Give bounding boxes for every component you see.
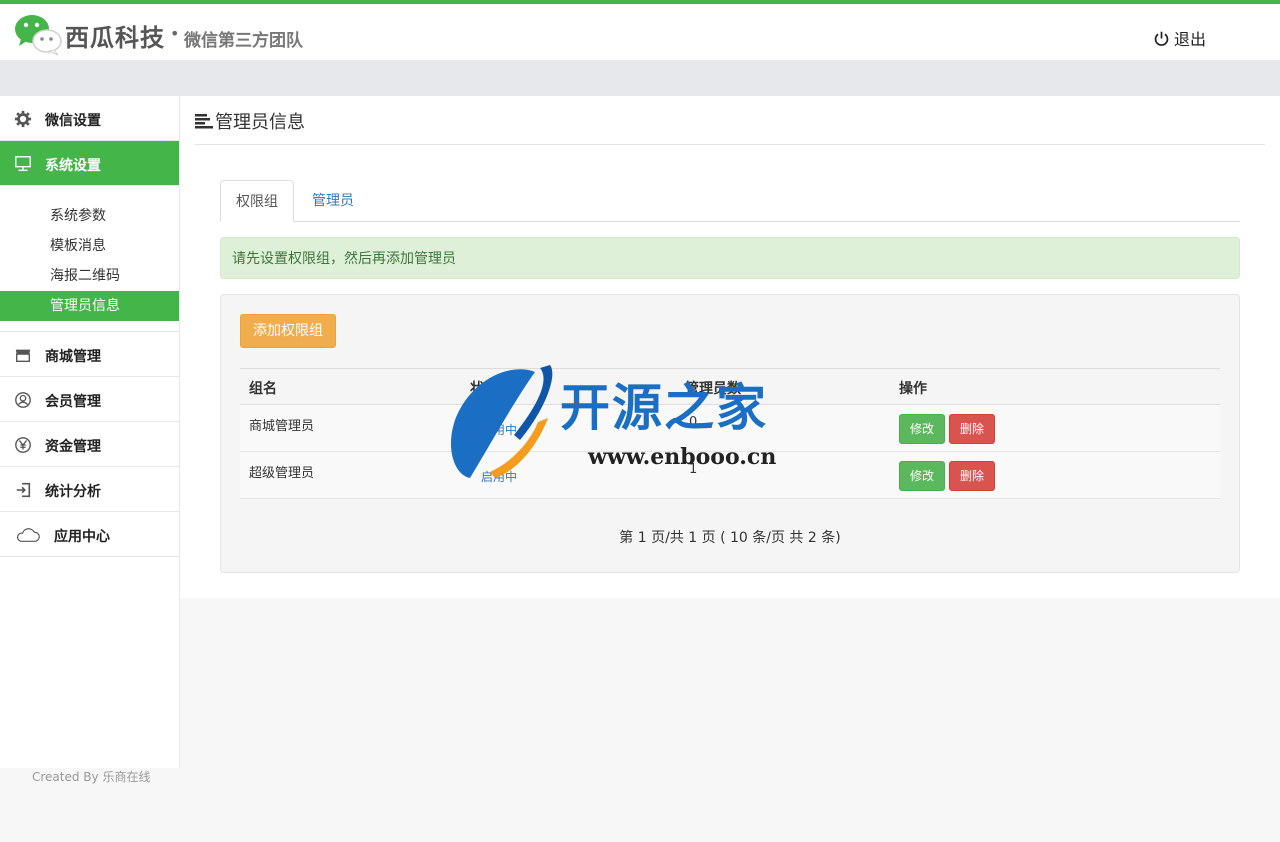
sidebar-item-statistics[interactable]: 统计分析 (0, 467, 179, 512)
created-by-text: Created By 乐商在线 (32, 770, 151, 784)
group-status: 启用中 (481, 470, 518, 484)
column-header-actions: 操作 (899, 381, 927, 397)
gear-icon (14, 110, 32, 128)
sidebar-item-mall[interactable]: 商城管理 (0, 332, 179, 377)
sidebar-item-label: 统计分析 (45, 484, 101, 500)
system-settings-submenu: 系统参数 模板消息 海报二维码 管理员信息 (0, 186, 179, 332)
edit-button[interactable]: 修改 (899, 414, 945, 444)
sidebar-item-label: 系统设置 (45, 158, 101, 174)
table-row: 超级管理员 启用中 1 修改 删除 (240, 452, 1220, 499)
table-row: 商城管理员 启用中 0 修改 删除 (240, 405, 1220, 452)
sub-header-bar (0, 60, 1280, 96)
list-icon (195, 114, 213, 129)
page-title: 管理员信息 (195, 108, 305, 134)
power-icon (1154, 31, 1169, 46)
cloud-icon (14, 526, 42, 544)
table-header: 组名 状态 管理员数 操作 (240, 368, 1220, 405)
wechat-logo-icon (15, 15, 62, 56)
main-content: 管理员信息 权限组 管理员 请先设置权限组，然后再添加管理员 添加权限组 组名 … (180, 96, 1280, 598)
permission-group-panel: 添加权限组 组名 状态 管理员数 操作 商城管理员 启用中 0 修改 删除 超级… (220, 294, 1240, 573)
brand-name: 西瓜科技 (65, 24, 165, 52)
sidebar-item-label: 资金管理 (45, 439, 101, 455)
admin-count: 1 (689, 462, 698, 477)
logout-button[interactable]: 退出 (1153, 26, 1206, 50)
sidebar-item-member[interactable]: 会员管理 (0, 377, 179, 422)
page-title-text: 管理员信息 (215, 112, 305, 133)
group-name: 商城管理员 (249, 419, 315, 434)
tab-administrators[interactable]: 管理员 (297, 180, 369, 222)
group-name: 超级管理员 (249, 466, 315, 481)
sidebar-item-app-center[interactable]: 应用中心 (0, 512, 179, 557)
delete-button[interactable]: 删除 (949, 461, 995, 491)
tab-bar: 权限组 管理员 (220, 180, 1240, 222)
submenu-item-admin-info[interactable]: 管理员信息 (0, 291, 179, 321)
submenu-item-template-message[interactable]: 模板消息 (0, 231, 179, 261)
column-header-name: 组名 (249, 381, 277, 397)
brand-subtitle: 微信第三方团队 (184, 31, 303, 51)
pagination-info: 第 1 页/共 1 页 ( 10 条/页 共 2 条) (619, 530, 841, 546)
edit-button[interactable]: 修改 (899, 461, 945, 491)
permission-group-table: 组名 状态 管理员数 操作 商城管理员 启用中 0 修改 删除 超级管理员 启用… (240, 368, 1220, 499)
group-status: 启用中 (481, 423, 518, 437)
submenu-item-poster-qrcode[interactable]: 海报二维码 (0, 261, 179, 291)
sidebar-footer: Created By 乐商在线 (0, 768, 180, 842)
yen-icon (14, 436, 32, 454)
store-icon (14, 346, 32, 364)
monitor-icon (14, 155, 32, 173)
delete-button[interactable]: 删除 (949, 414, 995, 444)
column-header-admin-count: 管理员数 (685, 381, 741, 397)
brand-separator: • (170, 24, 180, 43)
sidebar-item-finance[interactable]: 资金管理 (0, 422, 179, 467)
info-alert: 请先设置权限组，然后再添加管理员 (220, 237, 1240, 279)
top-bar: 西瓜科技 • 微信第三方团队 退出 (0, 0, 1280, 60)
user-icon (14, 391, 32, 409)
tab-permission-group[interactable]: 权限组 (220, 180, 294, 222)
sidebar-item-label: 微信设置 (45, 113, 101, 129)
sidebar-item-label: 商城管理 (45, 349, 101, 365)
title-divider (195, 144, 1265, 145)
admin-count: 0 (689, 415, 698, 430)
submenu-item-system-params[interactable]: 系统参数 (0, 201, 179, 231)
logout-label: 退出 (1174, 30, 1207, 49)
sidebar: 微信设置 系统设置 系统参数 模板消息 海报二维码 管理员信息 商城管理 会员管… (0, 96, 180, 842)
sidebar-item-label: 应用中心 (54, 529, 110, 545)
sidebar-item-label: 会员管理 (45, 394, 101, 410)
add-permission-group-button[interactable]: 添加权限组 (240, 314, 336, 348)
sidebar-item-wechat-settings[interactable]: 微信设置 (0, 96, 179, 141)
sign-in-icon (14, 481, 32, 499)
sidebar-item-system-settings[interactable]: 系统设置 (0, 141, 179, 186)
column-header-status: 状态 (470, 381, 498, 397)
